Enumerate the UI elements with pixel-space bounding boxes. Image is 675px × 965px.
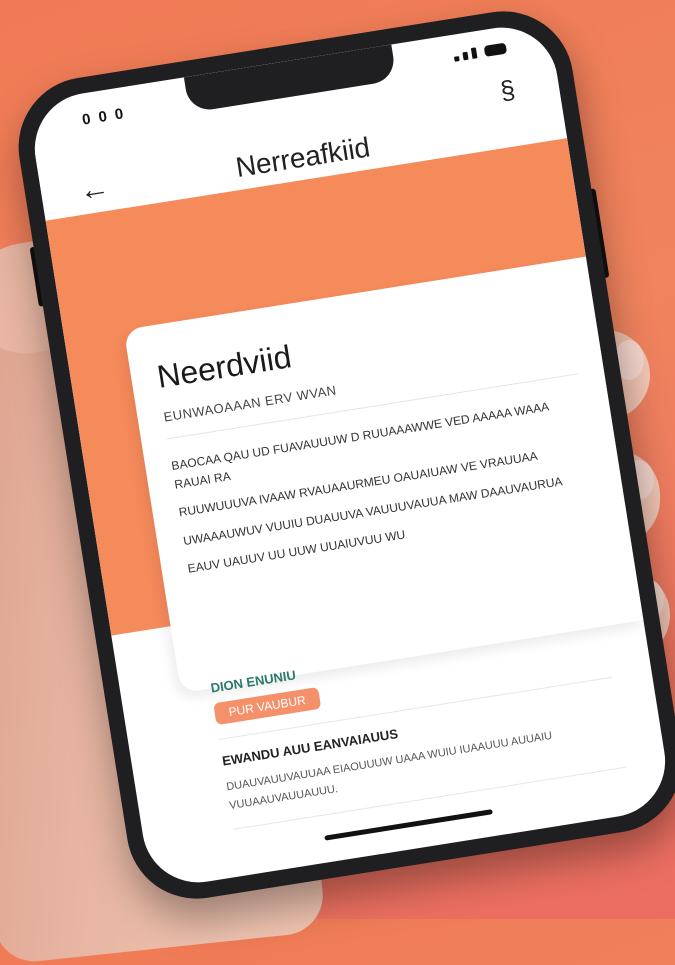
tag-chip[interactable]: Pur vaubur [213,686,322,726]
card-body: Baocaa qau ud fuavauuuw d ruuaaawwe ved … [170,392,600,579]
signal-icon [453,42,508,62]
battery-icon [483,42,508,57]
menu-icon[interactable]: § [498,74,517,107]
status-indicators: 0 0 0 [81,105,127,129]
